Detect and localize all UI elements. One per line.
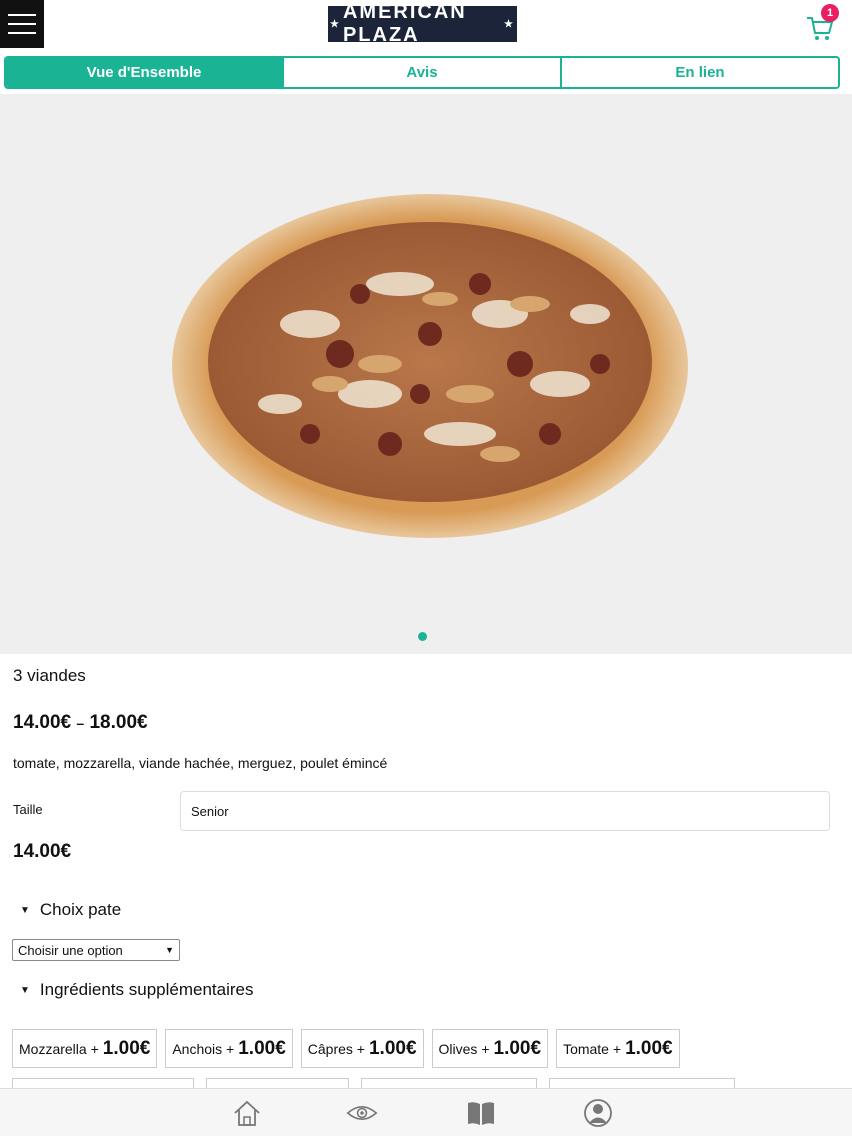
extra-plus: + [90,1040,99,1057]
size-label: Taille [13,802,43,817]
extras-section-title: Ingrédients supplémentaires [39,980,254,999]
pate-select[interactable]: Choisir une option ▼ [12,939,180,961]
bottom-navigation [0,1088,852,1136]
extra-option-tomate[interactable]: Tomate +1.00€ [556,1029,680,1068]
extra-option-mozzarella[interactable]: Mozzarella +1.00€ [12,1029,158,1068]
extra-name: Câpres [307,1040,353,1057]
user-icon[interactable] [582,1097,614,1129]
product-tabs: Vue d'Ensemble Avis En lien [4,56,840,89]
pate-select-value: Choisir une option [18,942,123,958]
extra-name: Tomate [563,1040,609,1057]
carousel-indicator[interactable] [418,632,427,641]
product-image-carousel[interactable] [0,94,852,654]
caret-down-icon: ▼ [20,984,30,996]
extra-plus: + [612,1040,622,1057]
extra-price: 1.00€ [368,1037,417,1059]
extras-list: Mozzarella +1.00€ Anchois +1.00€ Câpres … [12,1029,680,1068]
price-min: 14.00€ [13,712,72,733]
price-range: 14.00€ – 18.00€ [13,712,148,734]
pate-section-toggle[interactable]: ▼ Choix pate [20,900,121,920]
cart-count-badge: 1 [821,4,839,22]
extra-option-olives[interactable]: Olives +1.00€ [431,1029,549,1068]
pate-section-title: Choix pate [39,900,122,919]
extra-name: Mozzarella [19,1040,87,1057]
extra-plus: + [356,1040,365,1057]
extra-option-capres[interactable]: Câpres +1.00€ [300,1029,424,1068]
cart-icon[interactable]: 1 [805,4,841,42]
tab-related[interactable]: En lien [560,58,838,87]
tab-overview[interactable]: Vue d'Ensemble [6,58,282,87]
product-name: 3 viandes [13,666,86,685]
brand-logo[interactable]: ★ AMERICAN PLAZA ★ [328,1,517,46]
dropdown-arrow-icon: ▼ [165,945,174,955]
extra-plus: + [226,1040,235,1057]
extra-option-anchois[interactable]: Anchois +1.00€ [165,1029,293,1068]
extra-name: Anchois [172,1040,223,1057]
logo-text: AMERICAN PLAZA [342,1,467,46]
menu-icon[interactable] [0,0,44,48]
product-description: tomate, mozzarella, viande hachée, mergu… [13,755,388,771]
eye-icon[interactable] [346,1097,378,1129]
size-select[interactable]: Senior [180,791,830,831]
app-header: ★ AMERICAN PLAZA ★ 1 [0,0,852,54]
extra-price: 1.00€ [625,1037,673,1059]
home-icon[interactable] [231,1097,263,1129]
extra-price: 1.00€ [493,1037,542,1059]
extra-price: 1.00€ [238,1037,286,1059]
extra-price: 1.00€ [102,1037,151,1059]
current-price: 14.00€ [13,841,72,862]
extras-section-toggle[interactable]: ▼ Ingrédients supplémentaires [20,980,253,1000]
caret-down-icon: ▼ [20,904,30,916]
extra-name: Olives [438,1040,478,1057]
tab-reviews[interactable]: Avis [282,58,560,87]
pizza-image [172,194,688,538]
price-separator: – [76,715,85,731]
book-icon[interactable] [465,1097,497,1129]
extra-plus: + [481,1040,490,1057]
price-max: 18.00€ [89,712,148,733]
